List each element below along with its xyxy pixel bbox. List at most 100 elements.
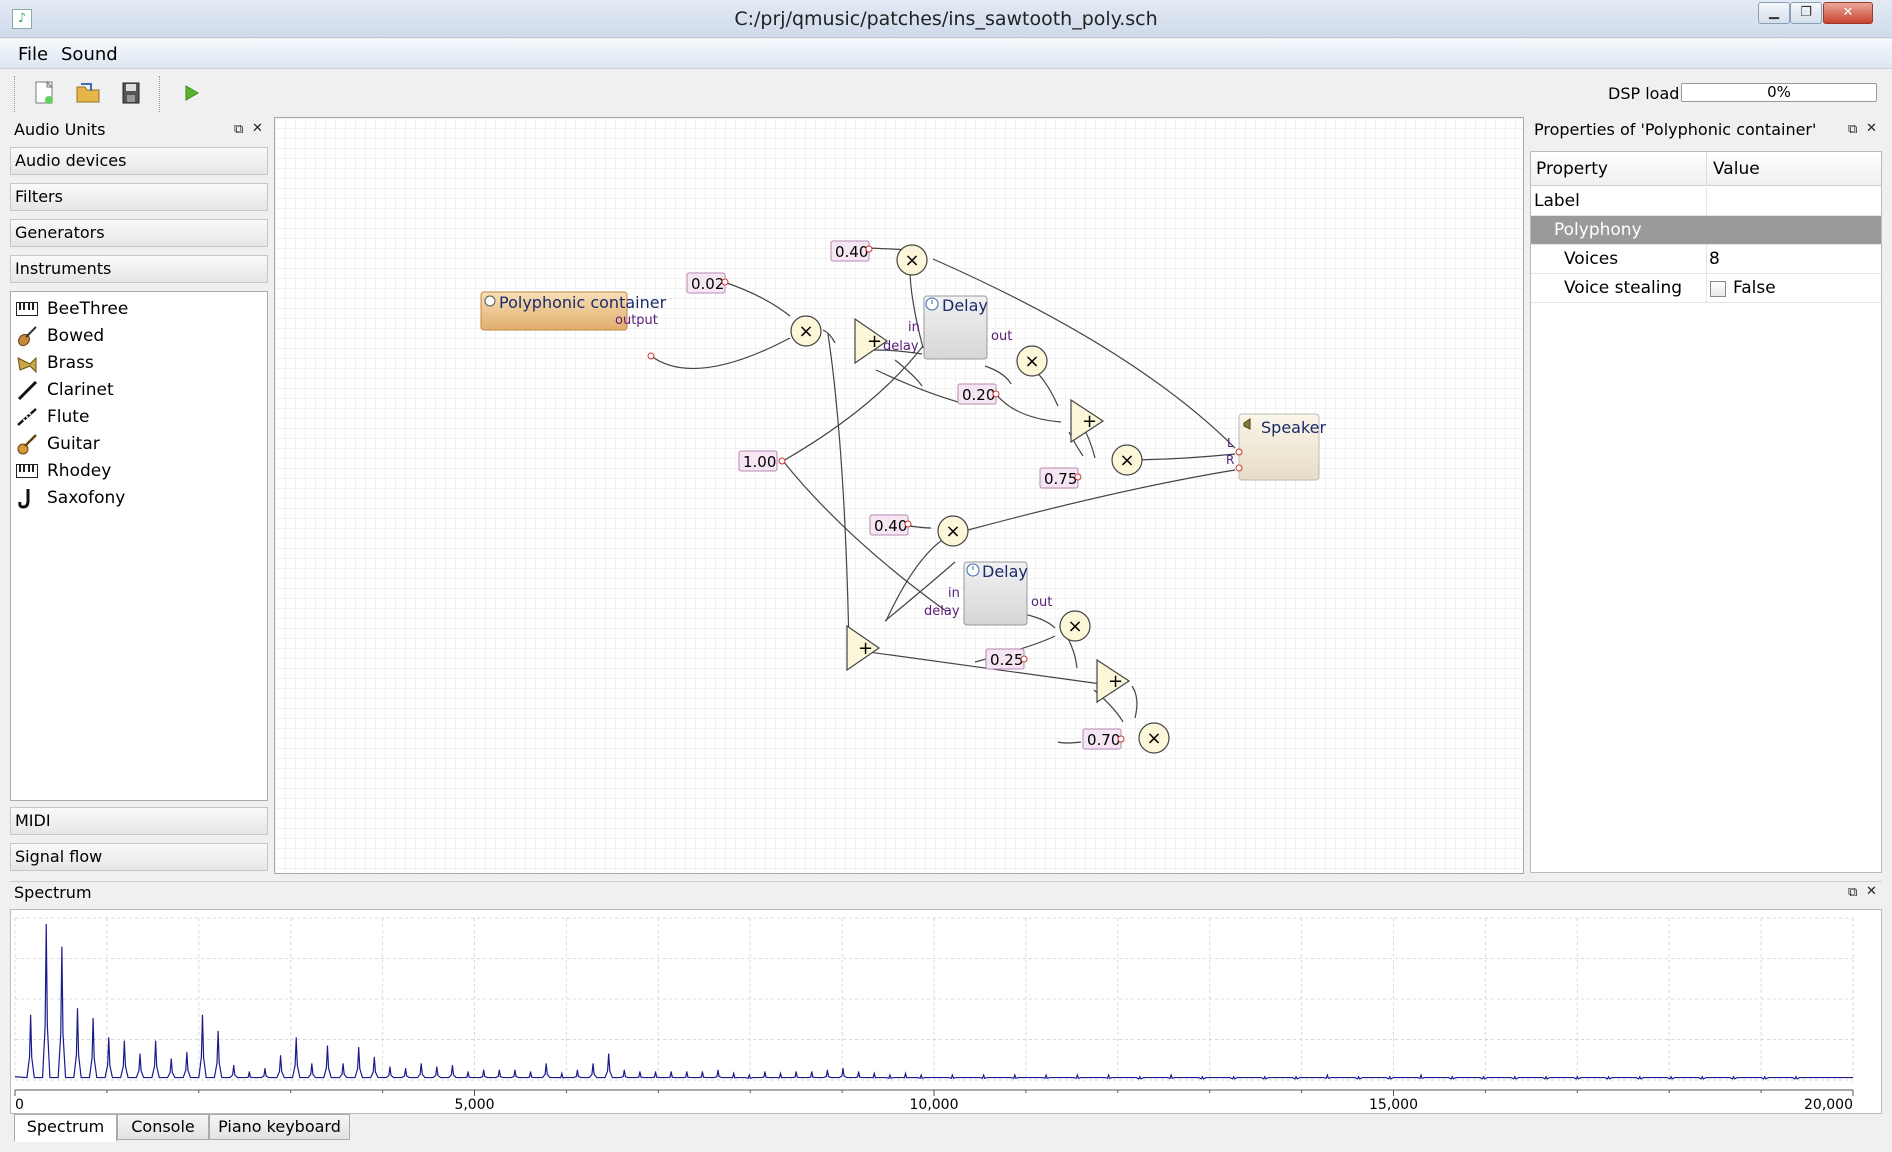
spectrum-peak-point [404,1068,407,1070]
multiply-node[interactable]: × [1016,345,1048,377]
table-row[interactable]: Label [1531,187,1881,216]
instrument-label: BeeThree [47,298,129,319]
list-item[interactable]: Rhodey [15,457,111,484]
spectrum-peak-point [483,1069,485,1071]
delay-label: Delay [942,296,988,315]
multiply-node[interactable]: × [790,315,822,347]
float-panel-icon[interactable]: ⧉ [234,122,243,137]
close-button[interactable]: ✕ [1823,2,1873,24]
table-row[interactable]: Voices 8 [1531,245,1881,274]
multiply-node[interactable]: × [937,515,969,547]
spectrum-peak-point [467,1071,469,1073]
container-port-output: output [615,313,658,328]
category-midi[interactable]: MIDI [10,807,268,835]
category-audio-devices[interactable]: Audio devices [10,147,268,175]
table-row[interactable]: Voice stealing False [1531,274,1881,303]
keyboard-icon [15,298,39,320]
tab-spectrum[interactable]: Spectrum [14,1114,117,1142]
maximize-button[interactable]: ❐ [1790,2,1822,24]
add-symbol: + [867,331,882,352]
constant-node-a[interactable]: 0.40 [830,240,873,262]
add-node[interactable]: + [1096,658,1131,704]
multiply-node[interactable]: × [896,244,928,276]
constant-node-f[interactable]: 0.40 [869,514,912,536]
wire [875,369,966,405]
save-file-button[interactable] [114,77,148,109]
speaker-node[interactable]: Speaker L R [1226,413,1327,481]
toolbar-separator [159,76,161,112]
category-filters[interactable]: Filters [10,183,268,211]
list-item[interactable]: Saxofony [15,484,125,511]
window-title: C:/prj/qmusic/patches/ins_sawtooth_poly.… [734,8,1158,30]
voices-value[interactable]: 8 [1709,245,1720,274]
spectrum-peak-point [92,1017,94,1020]
float-panel-icon[interactable]: ⧉ [1848,122,1857,137]
close-panel-icon[interactable]: ✕ [1866,884,1877,899]
tab-piano-keyboard[interactable]: Piano keyboard [209,1114,350,1140]
column-property[interactable]: Property [1536,152,1608,181]
saxophone-icon [15,487,39,509]
close-panel-icon[interactable]: ✕ [1866,121,1877,136]
list-item[interactable]: Flute [15,403,89,430]
dsp-load-label: DSP load [1608,84,1680,103]
spectrum-peak-point [1170,1074,1172,1076]
spectrum-peak-point [920,1074,922,1076]
multiply-node[interactable]: × [1138,722,1170,754]
open-file-button[interactable] [71,77,105,109]
list-item[interactable]: Guitar [15,430,100,457]
float-panel-icon[interactable]: ⧉ [1848,885,1857,900]
spectrum-peak-point [389,1066,391,1068]
spectrum-peak-point [1701,1076,1703,1078]
spectrum-peak-point [1764,1076,1766,1078]
minimize-button[interactable]: ▁ [1758,2,1790,24]
voice-stealing-checkbox[interactable] [1710,281,1726,297]
list-item[interactable]: Bowed [15,322,104,349]
close-panel-icon[interactable]: ✕ [252,121,263,136]
constant-value: 0.70 [1087,731,1120,749]
constant-node-d[interactable]: 0.20 [957,383,1000,405]
spectrum-chart: 0 5,000 10,000 15,000 20,000 [10,909,1882,1114]
spectrum-peak-point [358,1047,360,1049]
list-item[interactable]: BeeThree [15,295,128,322]
list-item[interactable]: Clarinet [15,376,114,403]
spectrum-peak-point [108,1037,110,1039]
instrument-label: Bowed [47,325,105,346]
audio-units-title: Audio Units [10,119,268,141]
constant-node-h[interactable]: 0.70 [1082,728,1125,750]
spectrum-peak-point [639,1071,641,1073]
column-value[interactable]: Value [1713,152,1760,181]
x-tick-label: 15,000 [1369,1097,1418,1113]
menu-sound[interactable]: Sound [61,44,118,65]
play-button[interactable] [174,77,208,109]
spectrum-peak-point [1295,1076,1297,1078]
spectrum-peak-point [545,1063,547,1065]
spectrum-peak-point [623,1069,625,1071]
category-generators[interactable]: Generators [10,219,268,247]
multiply-node[interactable]: × [1059,610,1091,642]
multiply-node[interactable]: × [1111,444,1143,476]
spectrum-peak-point [1076,1074,1078,1076]
list-item[interactable]: Brass [15,349,94,376]
constant-node-c[interactable]: 1.00 [738,450,786,472]
spectrum-peak-point [451,1064,454,1067]
category-instruments[interactable]: Instruments [10,255,268,283]
new-file-button[interactable] [28,77,62,109]
table-row-group[interactable]: Polyphony [1531,216,1881,245]
category-signal-flow[interactable]: Signal flow [10,843,268,871]
container-label: Polyphonic container [499,293,667,312]
constant-node-b[interactable]: 0.02 [686,272,729,294]
patch-canvas[interactable]: Polyphonic container output 0.40 0.02 1.… [274,117,1524,874]
spectrum-title: Spectrum [10,881,1882,903]
toolbar: DSP load 0% [0,70,1892,116]
add-node[interactable]: + [846,624,881,672]
spectrum-peak-point [1139,1076,1141,1078]
spectrum-peak-point [1576,1076,1578,1078]
constant-node-e[interactable]: 0.75 [1039,467,1082,489]
constant-node-g[interactable]: 0.25 [985,648,1028,670]
delay-node-1[interactable]: Delay in delay out [883,295,1012,360]
tab-console[interactable]: Console [117,1114,209,1140]
spectrum-peak-point [1045,1074,1047,1076]
polyphonic-container-node[interactable]: Polyphonic container output [480,291,667,360]
constant-value: 0.25 [990,651,1023,669]
menu-file[interactable]: File [18,44,48,65]
